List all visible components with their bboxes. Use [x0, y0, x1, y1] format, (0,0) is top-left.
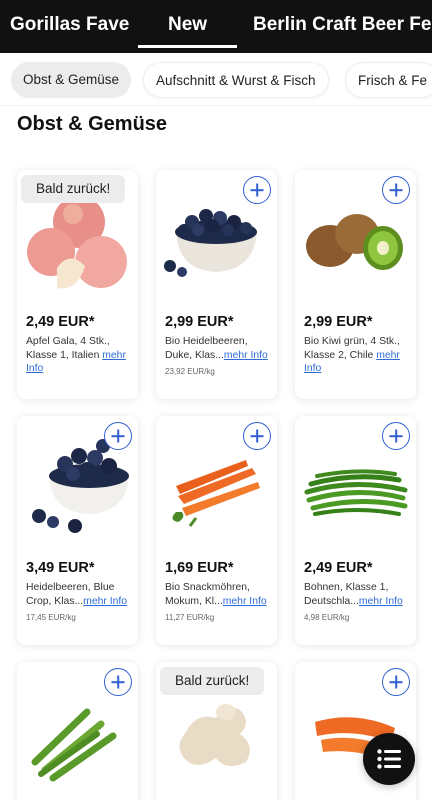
product-card[interactable]: Bald zurück!	[156, 662, 277, 800]
more-info-link[interactable]: mehr Info	[223, 596, 267, 607]
unit-price: 23,92 EUR/kg	[165, 367, 215, 376]
list-menu-icon	[377, 749, 401, 769]
product-price: 2,99 EUR*	[165, 314, 234, 330]
product-description: Bio Kiwi grün, 4 Stk., Klasse 2, Chile m…	[304, 336, 400, 374]
add-to-cart-button[interactable]	[243, 176, 271, 204]
add-to-cart-button[interactable]	[382, 176, 410, 204]
product-price: 2,99 EUR*	[304, 314, 373, 330]
product-description: Bohnen, Klasse 1, Deutschla...mehr Info	[304, 582, 403, 607]
back-soon-badge: Bald zurück!	[21, 175, 126, 203]
product-card[interactable]: 3,49 EUR* Heidelbeeren, Blue Crop, Klas.…	[17, 416, 138, 645]
add-to-cart-button[interactable]	[382, 668, 410, 696]
product-card[interactable]: 2,49 EUR* Bohnen, Klasse 1, Deutschla...…	[295, 416, 416, 645]
chip-aufschnitt[interactable]: Aufschnitt & Wurst & Fisch	[143, 62, 329, 98]
more-info-link[interactable]: mehr Info	[83, 596, 127, 607]
add-to-cart-button[interactable]	[243, 422, 271, 450]
unit-price: 11,27 EUR/kg	[165, 613, 215, 622]
top-tab-bar: Gorillas Fave New Berlin Craft Beer Fe	[0, 0, 432, 53]
product-card[interactable]: Bald zurück! 2,49 EUR* Apfel Gala, 4 Stk…	[17, 170, 138, 399]
list-menu-button[interactable]	[363, 733, 415, 785]
chip-frisch[interactable]: Frisch & Fe	[345, 62, 432, 98]
tab-new[interactable]: New	[137, 14, 238, 48]
unit-price: 17,45 EUR/kg	[26, 613, 76, 622]
product-description: Bio Heidelbeeren, Duke, Klas...mehr Info	[165, 336, 268, 361]
chip-obst-gemuese[interactable]: Obst & Gemüse	[11, 62, 132, 98]
product-price: 2,49 EUR*	[26, 314, 95, 330]
product-card[interactable]	[17, 662, 138, 800]
more-info-link[interactable]: mehr Info	[359, 596, 403, 607]
product-card[interactable]: 2,99 EUR* Bio Heidelbeeren, Duke, Klas..…	[156, 170, 277, 399]
product-description: Heidelbeeren, Blue Crop, Klas...mehr Inf…	[26, 582, 128, 607]
add-to-cart-button[interactable]	[382, 422, 410, 450]
product-price: 1,69 EUR*	[165, 560, 234, 576]
product-card[interactable]: 2,99 EUR* Bio Kiwi grün, 4 Stk., Klasse …	[295, 170, 416, 399]
product-price: 2,49 EUR*	[304, 560, 373, 576]
add-to-cart-button[interactable]	[104, 668, 132, 696]
tab-gorillas-fave[interactable]: Gorillas Fave	[10, 14, 129, 36]
tab-berlin-craft-beer[interactable]: Berlin Craft Beer Fe	[253, 14, 431, 36]
product-description: Bio Snackmöhren, Mokum, Kl...mehr Info	[165, 582, 267, 607]
add-to-cart-button[interactable]	[104, 422, 132, 450]
more-info-link[interactable]: mehr Info	[224, 350, 268, 361]
unit-price: 4,98 EUR/kg	[304, 613, 350, 622]
product-price: 3,49 EUR*	[26, 560, 95, 576]
back-soon-badge: Bald zurück!	[160, 667, 265, 695]
category-chips: Obst & Gemüse Aufschnitt & Wurst & Fisch…	[0, 53, 432, 106]
product-description: Apfel Gala, 4 Stk., Klasse 1, Italien me…	[26, 336, 126, 374]
product-card[interactable]: 1,69 EUR* Bio Snackmöhren, Mokum, Kl...m…	[156, 416, 277, 645]
section-title: Obst & Gemüse	[17, 113, 168, 135]
